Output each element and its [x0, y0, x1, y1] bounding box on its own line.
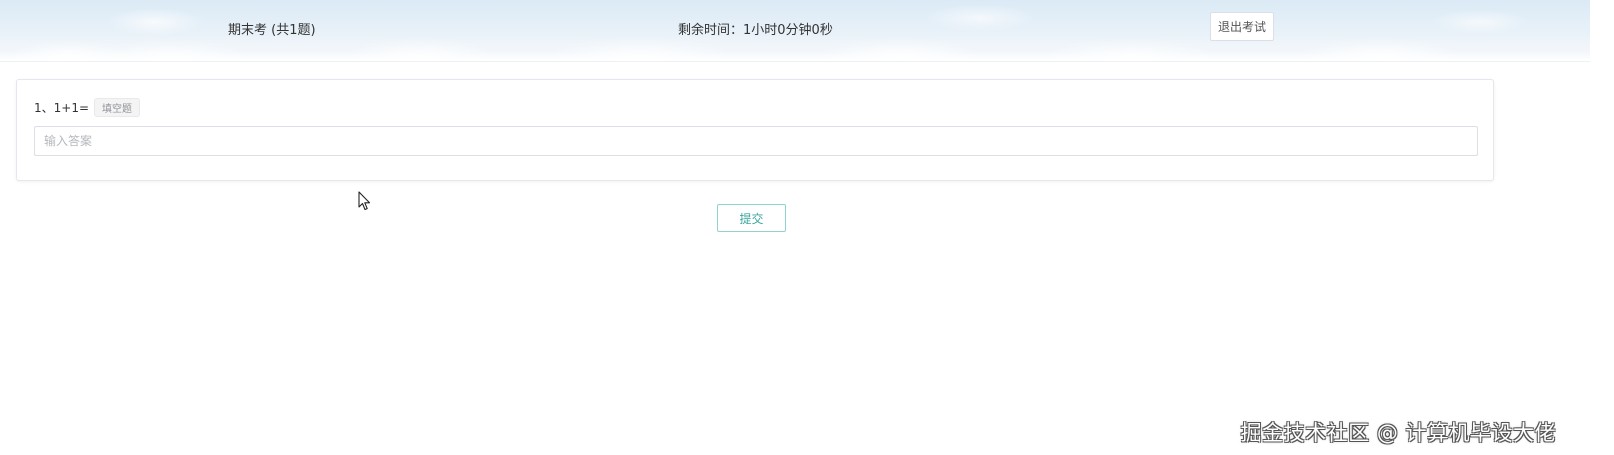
question-number: 1、: [34, 101, 54, 115]
answer-input[interactable]: [34, 126, 1478, 156]
timer-label: 剩余时间：: [678, 23, 744, 38]
exam-header: 期末考 (共1题) 剩余时间：1小时0分钟0秒 退出考试: [0, 0, 1590, 62]
question-text: 1+1=: [53, 100, 90, 115]
question-header: 1、 1+1= 填空题: [34, 98, 141, 117]
exit-exam-button[interactable]: 退出考试: [1210, 12, 1274, 41]
question-type-tag: 填空题: [94, 98, 141, 117]
exam-title: 期末考 (共1题): [228, 23, 316, 38]
question-card: 1、 1+1= 填空题: [16, 79, 1494, 181]
mouse-pointer-icon: [358, 191, 371, 211]
countdown-timer: 剩余时间：1小时0分钟0秒: [678, 19, 833, 38]
watermark-text: 掘金技术社区 @ 计算机毕设大佬: [1240, 421, 1556, 445]
timer-value: 1小时0分钟0秒: [743, 23, 833, 38]
submit-button[interactable]: 提交: [717, 204, 786, 232]
